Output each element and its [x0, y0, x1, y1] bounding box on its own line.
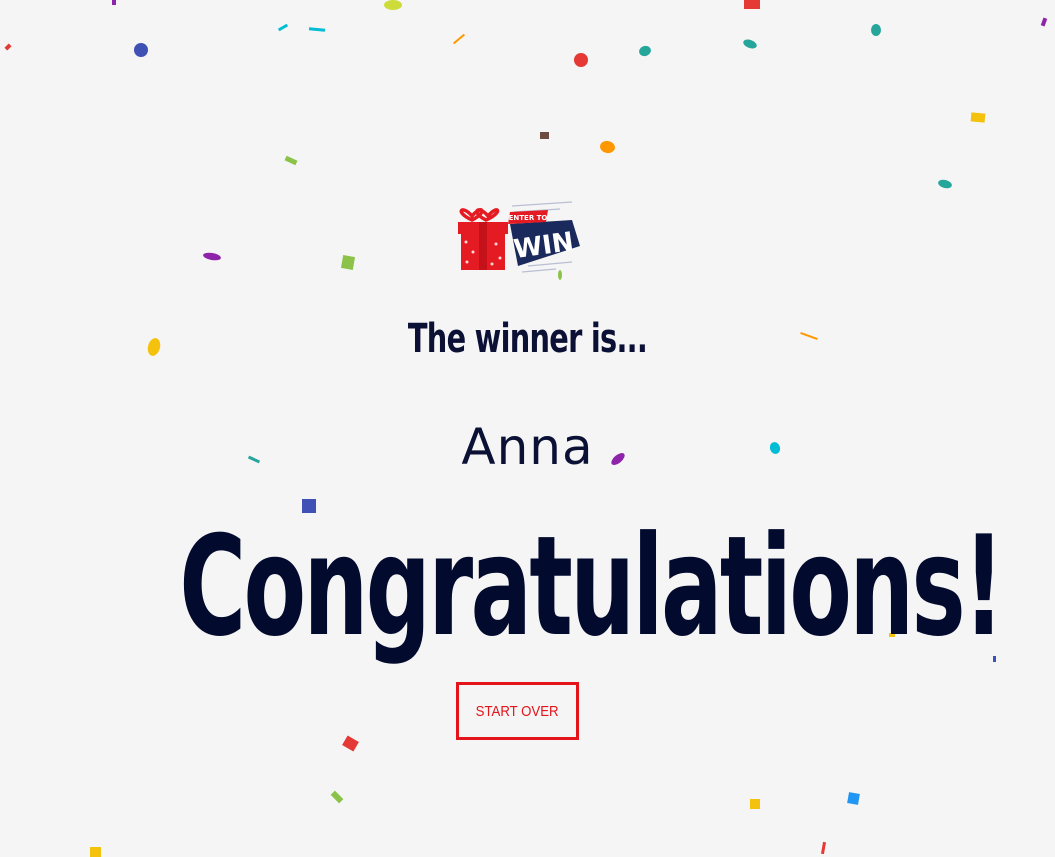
confetti-piece: [384, 0, 402, 10]
confetti-piece: [970, 112, 986, 123]
confetti-piece: [574, 53, 588, 67]
confetti-piece: [1040, 17, 1048, 27]
confetti-piece: [340, 255, 356, 270]
confetti-piece: [284, 155, 298, 166]
confetti-piece: [134, 43, 148, 57]
start-over-button[interactable]: START OVER: [456, 682, 579, 740]
confetti-piece: [202, 251, 222, 262]
confetti-piece: [308, 27, 326, 32]
confetti-piece: [540, 132, 549, 139]
congratulations-heading: Congratulations!: [179, 506, 1004, 667]
confetti-piece: [4, 43, 12, 51]
confetti-piece: [750, 799, 760, 809]
confetti-piece: [744, 0, 760, 9]
confetti-piece: [452, 33, 466, 45]
confetti-piece: [277, 23, 289, 32]
confetti-piece: [742, 37, 758, 51]
winner-name: Anna: [461, 418, 594, 476]
enter-to-text: ENTER TO: [509, 214, 548, 222]
start-over-label: START OVER: [476, 702, 559, 720]
confetti-piece: [937, 178, 953, 190]
gift-box-icon: [458, 208, 508, 270]
confetti-piece: [599, 139, 616, 155]
confetti-piece: [90, 847, 101, 857]
confetti-piece: [330, 790, 344, 804]
confetti-piece: [637, 44, 653, 58]
confetti-piece: [342, 735, 359, 752]
confetti-piece: [112, 0, 116, 5]
confetti-piece: [871, 24, 881, 36]
confetti-piece: [847, 792, 860, 805]
enter-to-win-logo: ENTER TO WIN: [458, 201, 580, 273]
winner-heading: The winner is...: [407, 316, 648, 362]
confetti-piece: [820, 841, 827, 855]
